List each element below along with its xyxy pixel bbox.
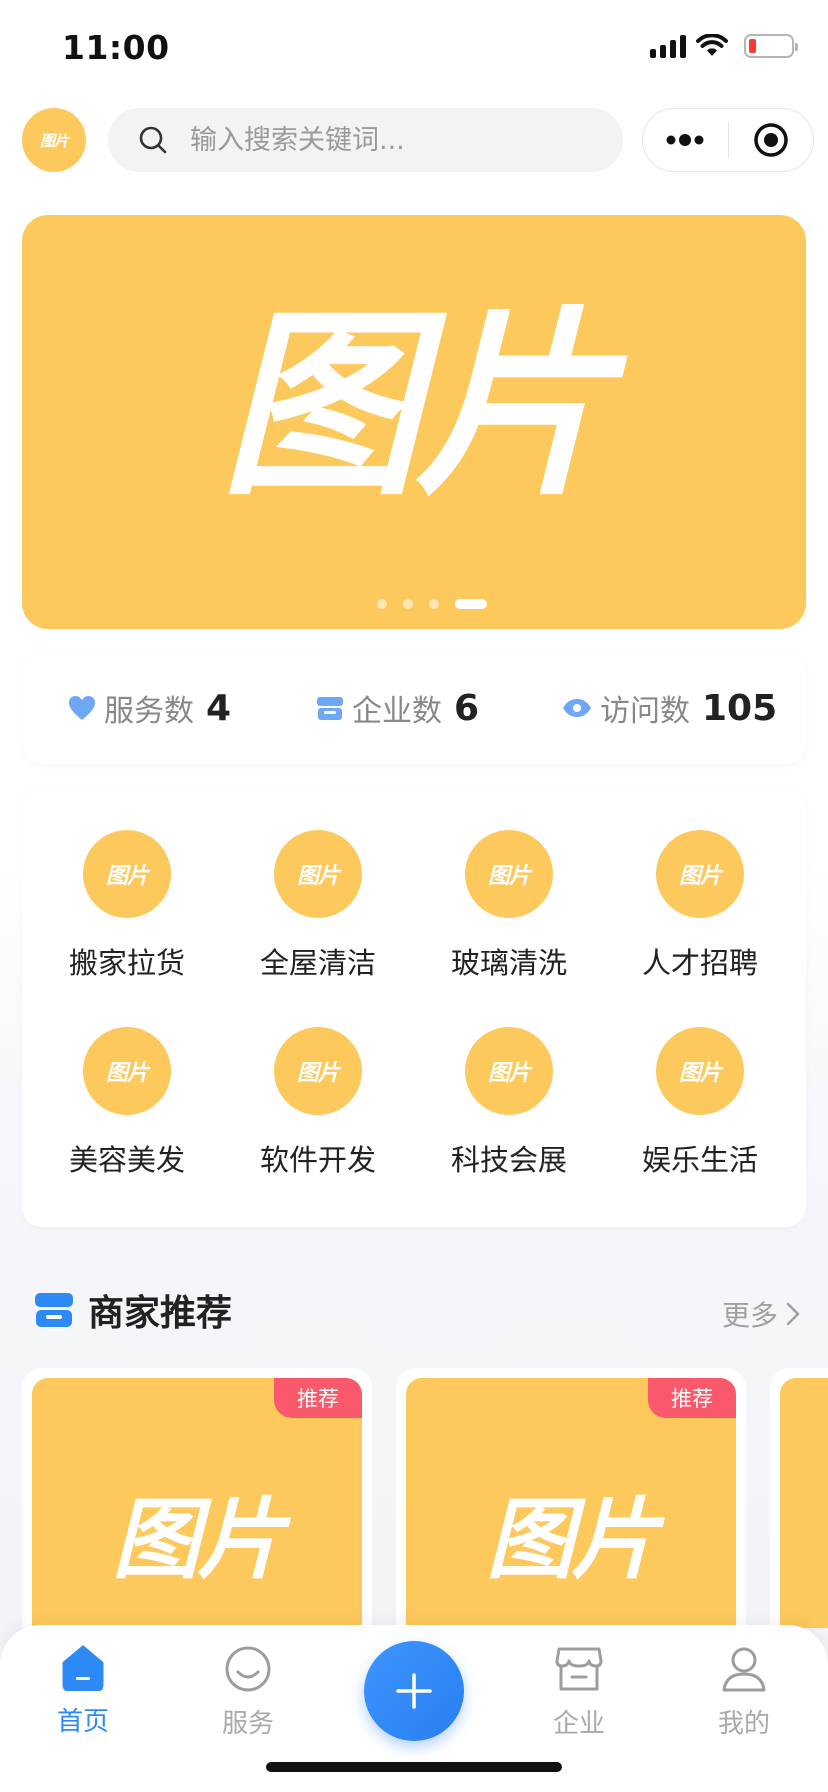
carousel-dot[interactable] (377, 599, 387, 609)
carousel-dot[interactable] (403, 599, 413, 609)
category-icon: 图片 (465, 1027, 553, 1115)
tab-label: 企业 (552, 1709, 605, 1739)
category-item[interactable]: 图片 美容美发 (32, 1027, 222, 1179)
category-icon: 图片 (274, 830, 362, 918)
status-time: 11:00 (62, 28, 170, 67)
category-item[interactable]: 图片 科技会展 (414, 1027, 604, 1179)
battery-icon (744, 34, 798, 58)
app-logo-text: 图片 (39, 131, 69, 150)
tab-services[interactable]: 服务 (188, 1645, 308, 1740)
merchant-image: 图片 推荐 (32, 1378, 362, 1628)
category-label: 美容美发 (68, 1143, 185, 1177)
plus-icon (396, 1673, 432, 1709)
recommend-tag: 推荐 (274, 1378, 362, 1418)
category-icon: 图片 (83, 830, 171, 918)
category-icon: 图片 (274, 1027, 362, 1115)
merchant-image: 图片 推荐 (406, 1378, 736, 1628)
merchant-section-header: 商家推荐 更多 (34, 1282, 800, 1338)
carousel-dot[interactable] (429, 599, 439, 609)
stat-value: 105 (702, 687, 778, 729)
more-link[interactable]: 更多 (722, 1294, 800, 1334)
tab-label: 我的 (717, 1709, 770, 1739)
stat-label: 服务数 (104, 694, 194, 729)
banner-carousel[interactable]: 图片 (22, 215, 806, 629)
more-button[interactable] (643, 109, 728, 171)
tab-profile[interactable]: 我的 (684, 1645, 804, 1740)
top-bar: 图片 (0, 100, 828, 180)
tab-label: 首页 (56, 1707, 109, 1737)
tab-enterprise[interactable]: 企业 (519, 1645, 639, 1740)
heart-icon (69, 696, 95, 720)
merchant-image-text: 图片 (111, 1488, 285, 1591)
app-logo[interactable]: 图片 (22, 108, 86, 172)
category-item[interactable]: 图片 搬家拉货 (32, 830, 222, 982)
store-icon (555, 1647, 603, 1691)
category-label: 搬家拉货 (68, 946, 185, 980)
stat-value: 4 (206, 687, 232, 729)
add-button[interactable] (364, 1641, 464, 1741)
stat-enterprises: 企业数 6 (316, 652, 479, 764)
more-label: 更多 (721, 1299, 778, 1332)
section-title: 商家推荐 (88, 1293, 233, 1334)
more-dots-icon (666, 134, 704, 146)
merchant-card[interactable]: 图片 推荐 (22, 1368, 372, 1628)
search-bar[interactable] (108, 108, 623, 172)
user-icon (722, 1647, 766, 1692)
category-label: 科技会展 (450, 1143, 567, 1177)
carousel-dot-active[interactable] (455, 599, 487, 609)
category-label: 全屋清洁 (259, 946, 376, 980)
home-icon (62, 1645, 104, 1691)
category-label: 人才招聘 (641, 946, 758, 980)
stats-card: 服务数 4 企业数 6 访问数 105 (22, 652, 806, 764)
target-circle-icon (754, 123, 788, 157)
chevron-right-icon (786, 1302, 800, 1326)
stat-visits: 访问数 105 (562, 652, 777, 764)
category-label: 玻璃清洗 (450, 946, 567, 980)
stat-label: 访问数 (600, 694, 690, 729)
merchant-card-partial[interactable] (770, 1368, 828, 1628)
status-bar: 11:00 (0, 0, 828, 100)
category-grid: 图片 搬家拉货 图片 全屋清洁 图片 玻璃清洗 图片 人才招聘 图片 美容美发 … (22, 787, 806, 1227)
stat-label: 企业数 (352, 694, 442, 729)
status-icons (650, 34, 798, 58)
category-icon: 图片 (465, 830, 553, 918)
smile-icon (225, 1646, 271, 1692)
search-input[interactable] (190, 124, 590, 156)
close-button[interactable] (729, 109, 814, 171)
signal-icon (650, 34, 686, 58)
tab-home[interactable]: 首页 (23, 1645, 143, 1738)
eye-icon (563, 699, 591, 717)
bottom-tab-bar: 首页 服务 企业 我的 (0, 1625, 828, 1792)
store-icon (317, 697, 343, 720)
category-item[interactable]: 图片 软件开发 (223, 1027, 413, 1179)
stat-value: 6 (454, 687, 480, 729)
category-icon: 图片 (656, 830, 744, 918)
mini-program-capsule (642, 108, 814, 172)
tab-label: 服务 (221, 1709, 274, 1739)
merchant-list: 图片 推荐 图片 推荐 (0, 1368, 828, 1628)
banner-image-text: 图片 (219, 290, 614, 523)
merchant-image (780, 1378, 828, 1628)
category-item[interactable]: 图片 人才招聘 (605, 830, 795, 982)
category-label: 软件开发 (259, 1143, 376, 1177)
search-icon (139, 126, 167, 154)
category-icon: 图片 (83, 1027, 171, 1115)
category-item[interactable]: 图片 玻璃清洗 (414, 830, 604, 982)
merchant-image-text: 图片 (485, 1488, 659, 1591)
stat-services: 服务数 4 (68, 652, 231, 764)
category-item[interactable]: 图片 全屋清洁 (223, 830, 413, 982)
wifi-icon (696, 34, 728, 56)
home-indicator (266, 1762, 562, 1772)
store-icon (35, 1293, 73, 1327)
category-item[interactable]: 图片 娱乐生活 (605, 1027, 795, 1179)
merchant-card[interactable]: 图片 推荐 (396, 1368, 746, 1628)
category-label: 娱乐生活 (641, 1143, 758, 1177)
carousel-indicator (58, 599, 806, 609)
category-icon: 图片 (656, 1027, 744, 1115)
recommend-tag: 推荐 (648, 1378, 736, 1418)
